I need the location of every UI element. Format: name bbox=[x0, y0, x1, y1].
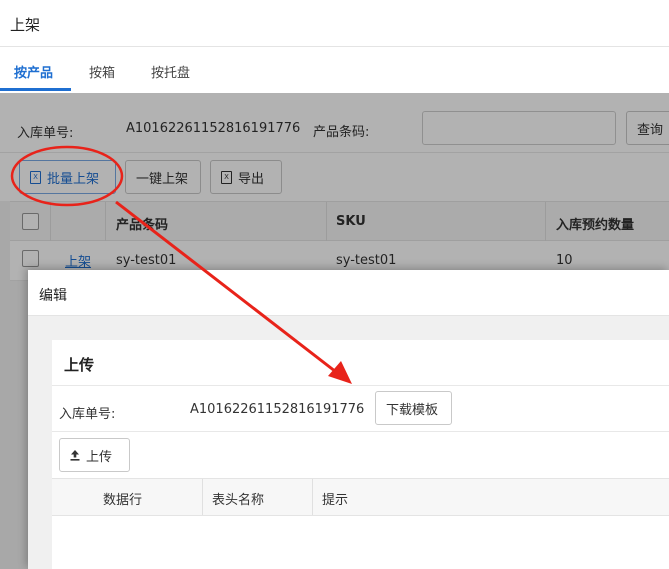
annotation-arrow-head bbox=[328, 361, 352, 384]
annotation-overlay bbox=[10, 145, 352, 384]
annotation-arrow-line bbox=[115, 200, 341, 377]
annotation-circle bbox=[10, 145, 124, 207]
